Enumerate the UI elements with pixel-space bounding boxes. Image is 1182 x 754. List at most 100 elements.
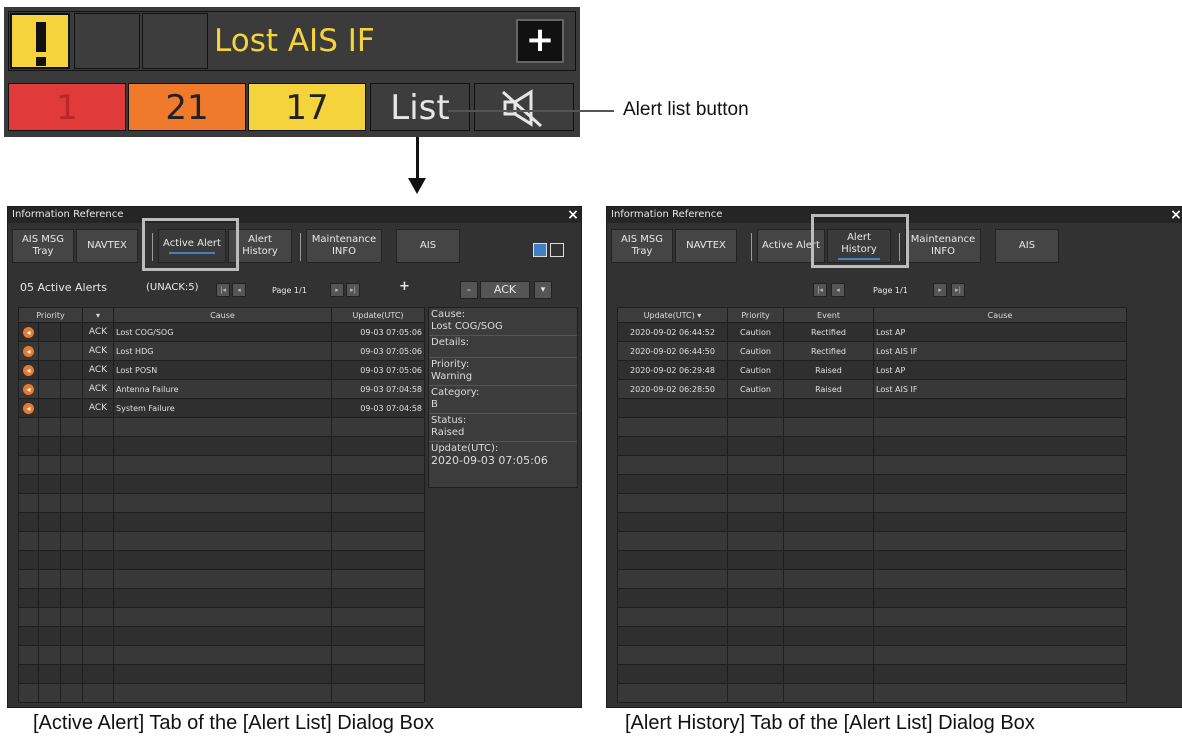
tab-ais[interactable]: AIS — [396, 229, 460, 263]
sort-dropdown[interactable]: ▾ — [82, 307, 114, 323]
alert-history-table: Update(UTC) ▾ Priority Event Cause 2020-… — [617, 307, 1127, 703]
caption-active-alert: [Active Alert] Tab of the [Alert List] D… — [33, 712, 434, 734]
table-row[interactable]: ◂ ACK System Failure 09-03 07:04:58 — [18, 398, 425, 418]
add-icon[interactable]: + — [399, 279, 410, 294]
detail-category: Category: B — [429, 386, 577, 414]
alert-detail-pane: Cause: Lost COG/SOG Details: Priority: War… — [428, 307, 578, 488]
empty-row — [617, 683, 1127, 703]
table-row[interactable]: 2020-09-02 06:29:48 Caution Raised Lost AP — [617, 360, 1127, 380]
empty-row — [617, 493, 1127, 513]
tab-separator — [751, 233, 752, 261]
empty-row — [617, 607, 1127, 627]
warning-priority-icon: ◂ — [23, 326, 34, 338]
warning-count: 21 — [128, 83, 246, 131]
update-header[interactable]: Update(UTC) — [331, 307, 425, 323]
tab-ais-msg-tray[interactable]: AIS MSG Tray — [611, 229, 673, 263]
empty-row — [617, 645, 1127, 665]
table-row[interactable]: ◂ ACK Lost POSN 09-03 07:05:06 — [18, 360, 425, 380]
empty-row — [18, 607, 425, 627]
table-row[interactable]: ◂ ACK Antenna Failure 09-03 07:04:58 — [18, 379, 425, 399]
prev-page-button[interactable]: ◂ — [831, 283, 845, 297]
empty-row — [617, 512, 1127, 532]
empty-row — [18, 550, 425, 570]
warning-priority-icon: ◂ — [23, 345, 34, 357]
empty-row — [18, 436, 425, 456]
empty-row — [617, 398, 1127, 418]
callout-line — [448, 110, 614, 112]
tab-separator — [300, 233, 301, 261]
tab-maintenance-info[interactable]: Maintenance INFO — [306, 229, 382, 263]
warning-icon — [10, 13, 70, 69]
empty-cell — [74, 13, 140, 69]
empty-row — [617, 531, 1127, 551]
warning-priority-icon: ◂ — [23, 364, 34, 376]
tab-maintenance-info[interactable]: Maintenance INFO — [905, 229, 981, 263]
callout-label: Alert list button — [623, 99, 749, 120]
empty-row — [617, 664, 1127, 684]
empty-row — [18, 417, 425, 437]
detail-update: Update(UTC): 2020-09-03 07:05:06 — [431, 443, 548, 467]
empty-row — [617, 455, 1127, 475]
empty-row — [617, 436, 1127, 456]
event-header[interactable]: Event — [783, 307, 874, 323]
cause-header[interactable]: Cause — [873, 307, 1127, 323]
minus-button[interactable]: - — [460, 281, 478, 299]
caption-alert-history: [Alert History] Tab of the [Alert List] … — [625, 712, 1035, 734]
table-row[interactable]: ◂ ACK Lost COG/SOG 09-03 07:05:06 — [18, 322, 425, 342]
table-row[interactable]: 2020-09-02 06:44:50 Caution Rectified Lost … — [617, 341, 1127, 361]
close-icon[interactable]: × — [1168, 207, 1182, 223]
next-page-button[interactable]: ▸ — [330, 283, 344, 297]
update-header[interactable]: Update(UTC) ▾ — [617, 307, 728, 323]
warning-priority-icon: ◂ — [23, 383, 34, 395]
first-page-button[interactable]: |◂ — [216, 283, 230, 297]
arrow-down-icon — [408, 178, 426, 194]
first-page-button[interactable]: |◂ — [813, 283, 827, 297]
cause-header[interactable]: Cause — [113, 307, 332, 323]
mute-button[interactable] — [474, 83, 574, 131]
tab-ais[interactable]: AIS — [995, 229, 1059, 263]
table-row[interactable]: 2020-09-02 06:28:50 Caution Raised Lost AIS… — [617, 379, 1127, 399]
tab-navtex[interactable]: NAVTEX — [675, 229, 737, 263]
priority-header[interactable]: Priority — [727, 307, 784, 323]
expand-button[interactable]: + — [516, 19, 564, 63]
next-page-button[interactable]: ▸ — [933, 283, 947, 297]
single-view-icon[interactable] — [550, 243, 564, 257]
table-row[interactable]: ◂ ACK Lost HDG 09-03 07:05:06 — [18, 341, 425, 361]
empty-row — [18, 512, 425, 532]
table-row[interactable]: 2020-09-02 06:44:52 Caution Rectified Lost … — [617, 322, 1127, 342]
last-page-button[interactable]: ▸| — [951, 283, 965, 297]
alert-panel: Lost AIS IF + 1 21 17 List — [4, 7, 580, 137]
last-page-button[interactable]: ▸| — [346, 283, 360, 297]
ack-dropdown-button[interactable]: ▾ — [534, 281, 552, 299]
empty-row — [18, 664, 425, 684]
split-view-icon[interactable] — [533, 243, 547, 257]
empty-row — [18, 569, 425, 589]
tab-highlight-frame — [811, 214, 909, 268]
empty-row — [617, 550, 1127, 570]
empty-cell — [142, 13, 208, 69]
empty-row — [617, 417, 1127, 437]
priority-header[interactable]: Priority — [18, 307, 83, 323]
arrow-line — [416, 137, 419, 181]
tab-navtex[interactable]: NAVTEX — [76, 229, 138, 263]
active-alert-table: Priority ▾ Cause Update(UTC) ◂ ACK Lost CO… — [18, 307, 425, 703]
caution-count: 17 — [248, 83, 366, 131]
dialog-active-alert: Information Reference × AIS MSG Tray NAV… — [7, 206, 582, 708]
active-alerts-count: 05 Active Alerts — [20, 281, 107, 294]
page-indicator: Page 1/1 — [873, 286, 908, 295]
warning-priority-icon: ◂ — [23, 402, 34, 414]
prev-page-button[interactable]: ◂ — [232, 283, 246, 297]
alert-title: Lost AIS IF — [214, 23, 375, 59]
alert-list-button[interactable]: List — [370, 83, 470, 131]
empty-row — [18, 493, 425, 513]
dialog-title: Information Reference — [8, 207, 581, 223]
unack-count: (UNACK:5) — [146, 282, 199, 293]
empty-row — [617, 569, 1127, 589]
ack-button[interactable]: ACK — [480, 281, 530, 299]
detail-cause: Cause: Lost COG/SOG — [429, 308, 577, 336]
tab-highlight-frame — [142, 218, 239, 271]
tab-ais-msg-tray[interactable]: AIS MSG Tray — [12, 229, 74, 263]
close-icon[interactable]: × — [565, 207, 581, 223]
empty-row — [18, 626, 425, 646]
empty-row — [18, 645, 425, 665]
